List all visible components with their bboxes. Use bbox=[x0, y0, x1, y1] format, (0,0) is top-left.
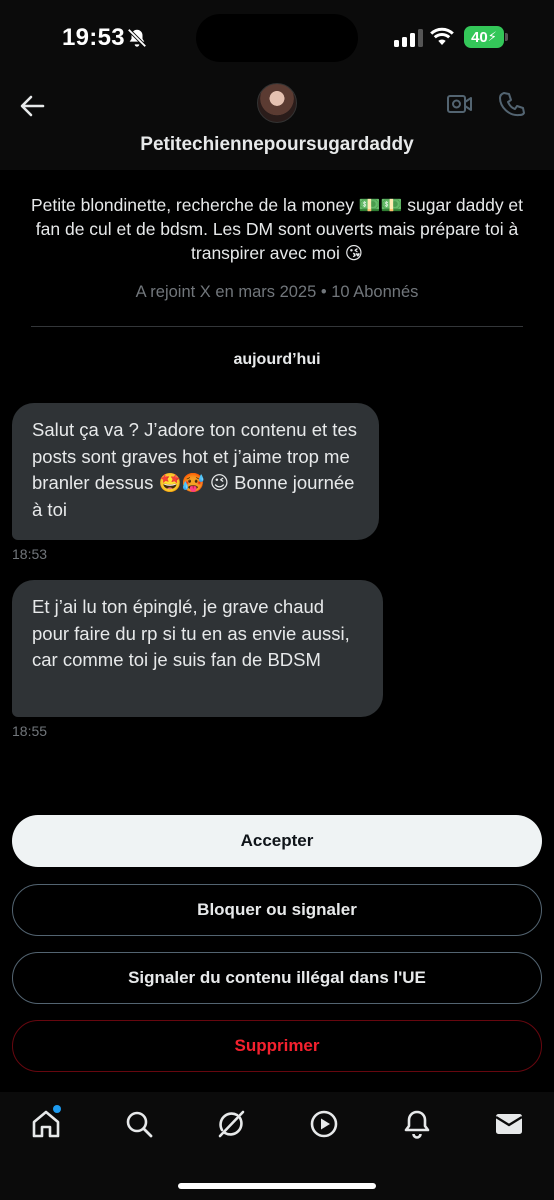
profile-joined-info: A rejoint X en mars 2025 • 10 Abonnés bbox=[135, 283, 419, 301]
video-camera-icon[interactable] bbox=[446, 92, 474, 116]
delete-button[interactable]: Supprimer bbox=[12, 1020, 542, 1072]
divider bbox=[31, 326, 523, 327]
wifi-icon bbox=[430, 27, 454, 45]
notifications-bell-icon[interactable] bbox=[401, 1108, 433, 1140]
conversation-header: Petitechiennepoursugardaddy bbox=[0, 76, 554, 170]
home-indicator bbox=[178, 1183, 376, 1189]
block-or-report-button[interactable]: Bloquer ou signaler bbox=[12, 884, 542, 936]
day-separator: aujourd’hui bbox=[233, 351, 321, 368]
message-timestamp: 18:55 bbox=[12, 723, 48, 739]
bottom-nav bbox=[0, 1092, 554, 1200]
back-arrow-icon[interactable] bbox=[16, 90, 48, 122]
messages-envelope-icon[interactable] bbox=[493, 1108, 525, 1140]
grok-icon[interactable] bbox=[215, 1108, 247, 1140]
conversation-username[interactable]: Petitechiennepoursugardaddy bbox=[0, 134, 554, 156]
search-icon[interactable] bbox=[123, 1108, 155, 1140]
battery-charging-icon: 40 ⚡ bbox=[464, 26, 504, 48]
status-bar: 19:53 40 ⚡ bbox=[0, 0, 554, 76]
avatar[interactable] bbox=[257, 83, 297, 123]
video-play-icon[interactable] bbox=[308, 1108, 340, 1140]
message-bubble[interactable]: Salut ça va ? J’adore ton contenu et tes… bbox=[12, 403, 379, 540]
message-timestamp: 18:53 bbox=[12, 546, 48, 562]
cellular-signal-icon bbox=[394, 29, 423, 47]
phone-icon[interactable] bbox=[498, 90, 526, 118]
profile-bio: Petite blondinette, recherche de la mone… bbox=[30, 195, 524, 263]
report-illegal-content-button[interactable]: Signaler du contenu illégal dans l'UE bbox=[12, 952, 542, 1004]
status-time: 19:53 bbox=[62, 24, 125, 51]
bell-slash-icon bbox=[127, 28, 147, 48]
message-bubble[interactable]: Et j’ai lu ton épinglé, je grave chaud p… bbox=[12, 580, 383, 717]
battery-level: 40 bbox=[471, 28, 488, 46]
dynamic-island bbox=[196, 14, 358, 62]
home-notification-dot bbox=[53, 1105, 61, 1113]
accept-button[interactable]: Accepter bbox=[12, 815, 542, 867]
battery-cap bbox=[505, 33, 508, 41]
